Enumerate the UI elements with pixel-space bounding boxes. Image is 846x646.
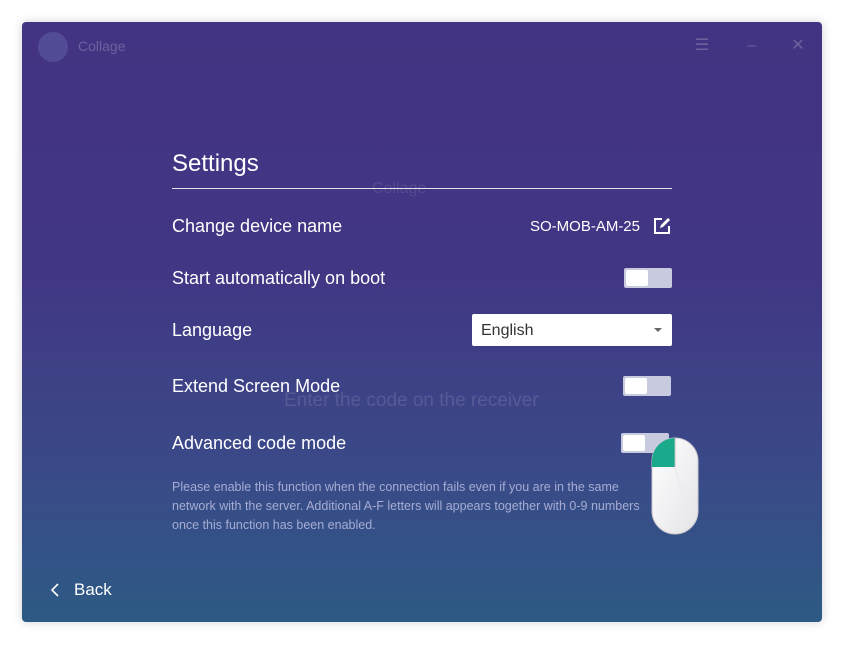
edit-icon[interactable] (653, 217, 671, 235)
auto-start-label: Start automatically on boot (172, 268, 386, 288)
close-icon[interactable]: ✕ (786, 34, 810, 58)
chevron-left-icon (50, 583, 59, 597)
title-bar: Collage ☰ – ✕ (22, 22, 822, 70)
caret-down-icon (654, 328, 662, 332)
menu-icon[interactable]: ☰ (690, 34, 714, 58)
language-label: Language (172, 320, 253, 340)
toggle-knob (623, 435, 645, 451)
advanced-code-label: Advanced code mode (172, 433, 347, 453)
advanced-code-description: Please enable this function when the con… (172, 480, 640, 532)
back-label: Back (74, 580, 112, 599)
device-name-label: Change device name (172, 216, 343, 236)
settings-title: Settings (172, 150, 259, 177)
app-logo (38, 32, 68, 62)
minimize-icon[interactable]: – (740, 34, 764, 58)
language-select[interactable]: English (472, 314, 672, 346)
settings-window: Collage ☰ – ✕ Collage Enter the code on … (22, 22, 822, 622)
auto-start-toggle[interactable] (624, 268, 672, 288)
background-logo-text: Collage (372, 180, 427, 197)
title-divider (172, 188, 672, 189)
back-button[interactable]: Back (44, 578, 112, 602)
toggle-knob (626, 270, 648, 286)
extend-screen-toggle[interactable] (623, 376, 671, 396)
app-title: Collage (78, 38, 126, 54)
device-name-value: SO-MOB-AM-25 (529, 218, 640, 235)
toggle-knob (625, 378, 647, 394)
language-selected-value: English (481, 322, 534, 339)
mouse-left-click-icon (651, 437, 699, 535)
extend-screen-label: Extend Screen Mode (172, 376, 341, 396)
